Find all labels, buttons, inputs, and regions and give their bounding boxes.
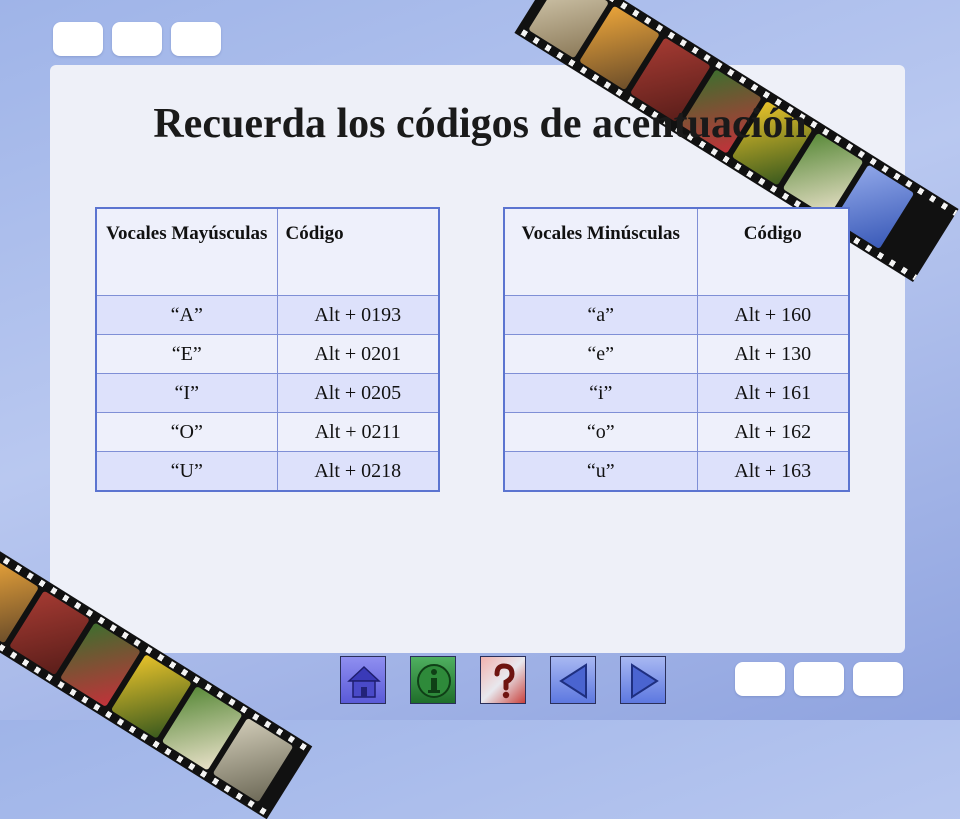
code-cell: Alt + 130: [696, 334, 850, 374]
slide-title: Recuerda los códigos de acentuación: [153, 101, 807, 147]
help-icon: [494, 663, 515, 699]
decorative-tab: [53, 22, 103, 56]
next-button[interactable]: [620, 656, 666, 704]
code-cell: Alt + 0205: [276, 373, 440, 413]
decorative-tab: [171, 22, 221, 56]
vowel-cell: “i”: [503, 373, 698, 413]
table-header-row: Vocales Mayúsculas Código: [95, 207, 440, 296]
code-cell: Alt + 0193: [276, 295, 440, 335]
decorative-tab: [735, 662, 785, 696]
code-cell: Alt + 163: [696, 451, 850, 492]
code-cell: Alt + 160: [696, 295, 850, 335]
lowercase-codes-table: Vocales Minúsculas Código “a” Alt + 160 …: [503, 207, 850, 492]
home-icon: [347, 665, 381, 698]
vowel-cell: “A”: [95, 295, 278, 335]
table-row: “U” Alt + 0218: [95, 451, 440, 492]
vowel-cell: “e”: [503, 334, 698, 374]
column-header-code: Código: [276, 207, 440, 296]
code-cell: Alt + 0211: [276, 412, 440, 452]
help-button[interactable]: [480, 656, 526, 704]
vowel-cell: “a”: [503, 295, 698, 335]
table-row: “a” Alt + 160: [503, 295, 850, 335]
code-cell: Alt + 162: [696, 412, 850, 452]
column-header-code: Código: [696, 207, 850, 296]
table-row: “A” Alt + 0193: [95, 295, 440, 335]
vowel-cell: “O”: [95, 412, 278, 452]
code-cell: Alt + 161: [696, 373, 850, 413]
column-header-vowels: Vocales Mayúsculas: [95, 207, 278, 296]
table-header-row: Vocales Minúsculas Código: [503, 207, 850, 296]
code-cell: Alt + 0201: [276, 334, 440, 374]
home-button[interactable]: [340, 656, 386, 704]
vowel-cell: “U”: [95, 451, 278, 492]
vowel-cell: “u”: [503, 451, 698, 492]
vowel-cell: “o”: [503, 412, 698, 452]
info-button[interactable]: [410, 656, 456, 704]
next-icon: [631, 663, 659, 699]
info-icon: [417, 664, 451, 698]
decorative-tab: [112, 22, 162, 56]
vowel-cell: “I”: [95, 373, 278, 413]
table-row: “u” Alt + 163: [503, 451, 850, 492]
table-row: “I” Alt + 0205: [95, 373, 440, 413]
previous-icon: [559, 663, 587, 699]
table-row: “e” Alt + 130: [503, 334, 850, 374]
uppercase-codes-table: Vocales Mayúsculas Código “A” Alt + 0193…: [95, 207, 440, 492]
table-row: “o” Alt + 162: [503, 412, 850, 452]
table-row: “O” Alt + 0211: [95, 412, 440, 452]
column-header-vowels: Vocales Minúsculas: [503, 207, 698, 296]
table-row: “E” Alt + 0201: [95, 334, 440, 374]
code-cell: Alt + 0218: [276, 451, 440, 492]
decorative-tab: [853, 662, 903, 696]
vowel-cell: “E”: [95, 334, 278, 374]
table-row: “i” Alt + 161: [503, 373, 850, 413]
previous-button[interactable]: [550, 656, 596, 704]
decorative-tab: [794, 662, 844, 696]
